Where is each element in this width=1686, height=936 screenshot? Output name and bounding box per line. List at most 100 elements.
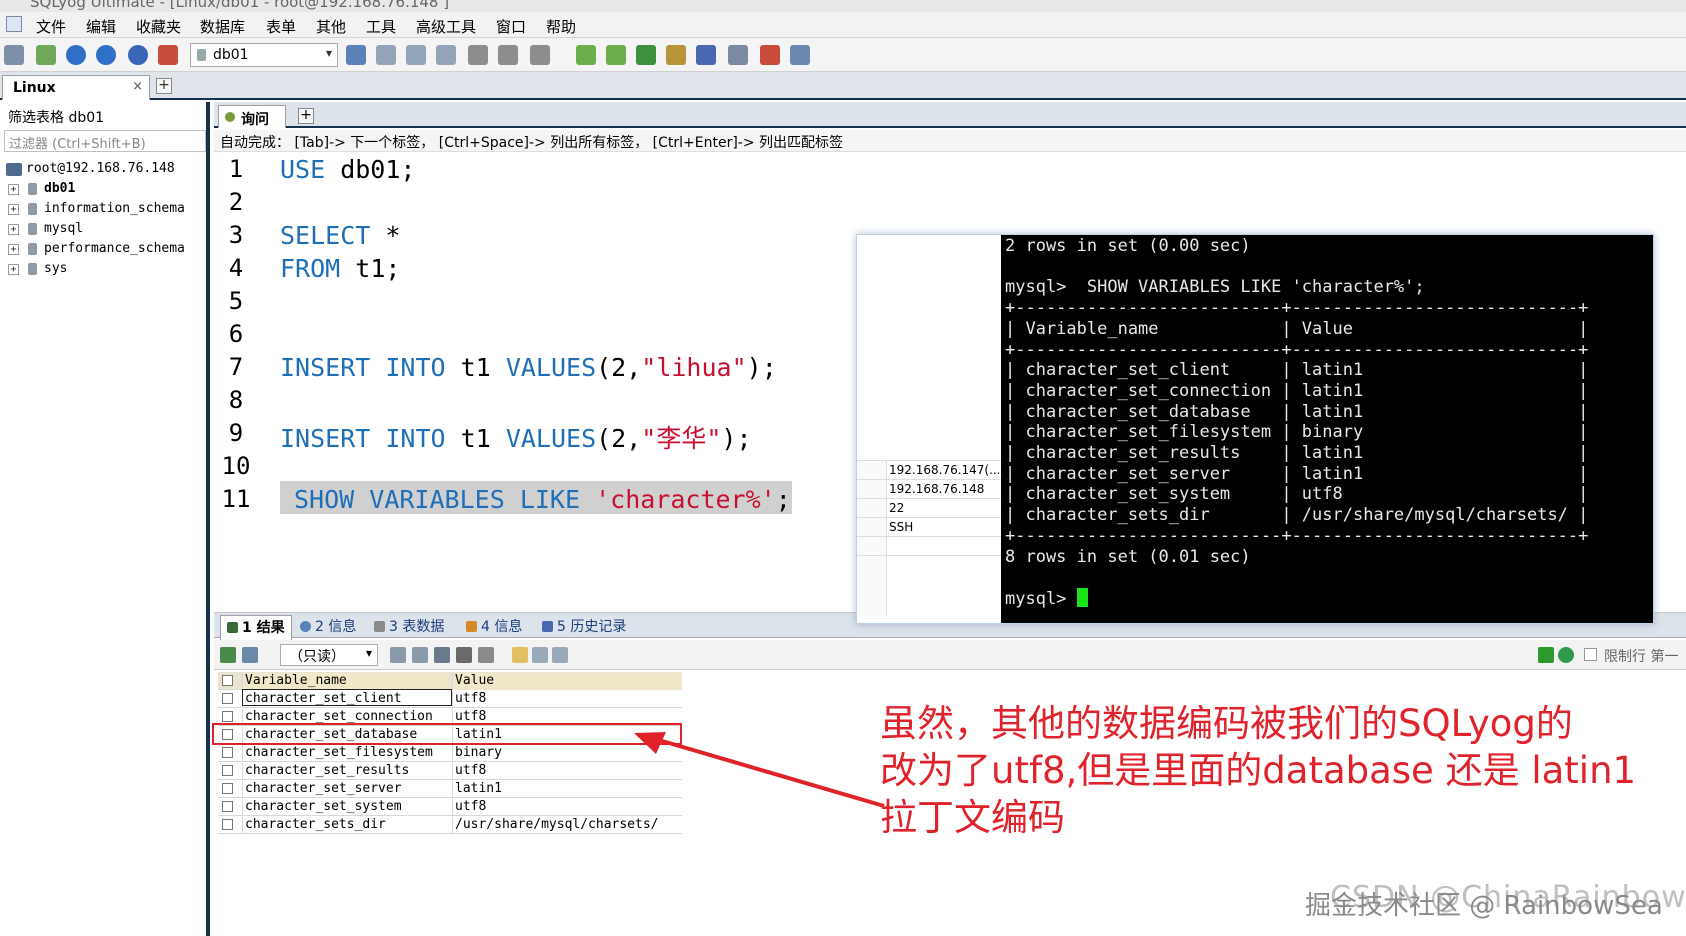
form-view-icon[interactable]: [532, 647, 548, 663]
ssh-terminal-window[interactable]: 192.168.76.147(... 192.168.76.148 22 SSH…: [856, 234, 1654, 624]
alter-table-icon[interactable]: [406, 45, 426, 65]
menu-help[interactable]: 帮助: [546, 16, 576, 37]
tab-info[interactable]: 4 信息: [466, 616, 522, 636]
menu-advanced-tools[interactable]: 高级工具: [416, 16, 476, 37]
app-menu-icon[interactable]: [6, 16, 22, 32]
row-checkbox[interactable]: [222, 765, 233, 776]
row-checkbox[interactable]: [222, 693, 233, 704]
user-icon[interactable]: [346, 45, 366, 65]
menu-other[interactable]: 其他: [316, 16, 346, 37]
table-row[interactable]: character_set_server latin1: [218, 780, 682, 798]
execute-query-icon[interactable]: [66, 45, 86, 65]
cell-variable-name[interactable]: character_set_system: [242, 799, 448, 816]
tree-db-label: mysql: [44, 221, 84, 236]
limit-rows-label: 限制行 第一: [1604, 649, 1679, 665]
stop-icon[interactable]: [158, 45, 178, 65]
scheduler-icon[interactable]: [666, 45, 686, 65]
tab-result[interactable]: 1 结果: [220, 615, 292, 640]
refresh-icon[interactable]: [1558, 647, 1574, 663]
terminal-line: | character_set_database | latin1 |: [1005, 401, 1589, 422]
query-tab[interactable]: 询问: [218, 105, 286, 128]
refresh-icon[interactable]: [128, 45, 148, 65]
schema-icon[interactable]: [468, 45, 488, 65]
new-connection-icon[interactable]: [4, 45, 24, 65]
limit-rows-checkbox[interactable]: [1584, 648, 1597, 661]
session-row[interactable]: 192.168.76.148: [857, 479, 1001, 499]
row-checkbox[interactable]: [222, 801, 233, 812]
expand-icon[interactable]: +: [8, 264, 19, 275]
sql-keyword: INTO: [385, 353, 446, 382]
table-row[interactable]: character_set_results utf8: [218, 762, 682, 780]
connection-tab-linux[interactable]: Linux ×: [2, 75, 150, 100]
query-builder-icon[interactable]: [696, 45, 716, 65]
report-icon[interactable]: [760, 45, 780, 65]
cancel-icon[interactable]: [478, 647, 494, 663]
new-query-icon[interactable]: [36, 45, 56, 65]
select-all-checkbox[interactable]: [222, 675, 233, 686]
column-header-value[interactable]: Value: [452, 673, 682, 690]
table-row[interactable]: character_set_system utf8: [218, 798, 682, 816]
grid-view-icon[interactable]: [512, 647, 528, 663]
table-row[interactable]: character_set_filesystem binary: [218, 744, 682, 762]
export-icon[interactable]: [606, 45, 626, 65]
close-icon[interactable]: ×: [132, 79, 143, 94]
duplicate-row-icon[interactable]: [412, 647, 428, 663]
monitor-icon[interactable]: [728, 45, 748, 65]
arrow-head: [634, 732, 666, 754]
session-row[interactable]: 22: [857, 498, 1001, 518]
terminal-line: ​: [1005, 257, 1653, 278]
menu-database[interactable]: 数据库: [200, 16, 245, 37]
expand-icon[interactable]: +: [8, 204, 19, 215]
cell-value[interactable]: utf8: [452, 691, 682, 708]
create-table-icon[interactable]: [376, 45, 396, 65]
cell-variable-name[interactable]: character_set_server: [242, 781, 448, 798]
expand-icon[interactable]: +: [8, 184, 19, 195]
delete-icon[interactable]: [456, 647, 472, 663]
menu-table[interactable]: 表单: [266, 16, 296, 37]
tab-history[interactable]: 5 历史记录: [542, 616, 626, 636]
terminal-output[interactable]: 2 rows in set (0.00 sec)​mysql> SHOW VAR…: [1001, 235, 1653, 623]
readonly-select[interactable]: （只读） ▾: [280, 644, 378, 666]
execute-all-icon[interactable]: [96, 45, 116, 65]
save-icon[interactable]: [434, 647, 450, 663]
cell-value[interactable]: /usr/share/mysql/charsets/: [452, 817, 682, 834]
menu-window[interactable]: 窗口: [496, 16, 526, 37]
session-row[interactable]: [857, 536, 1001, 556]
session-row[interactable]: 192.168.76.147(...: [857, 460, 1001, 480]
insert-row-icon[interactable]: [390, 647, 406, 663]
column-header-variable-name[interactable]: Variable_name: [242, 673, 448, 690]
cell-variable-name[interactable]: character_set_results: [242, 763, 448, 780]
tab-messages[interactable]: 2 信息: [300, 616, 356, 636]
database-select[interactable]: db01 ▾: [190, 43, 338, 67]
export-grid-icon[interactable]: [220, 647, 236, 663]
menu-edit[interactable]: 编辑: [86, 16, 116, 37]
import-grid-icon[interactable]: [242, 647, 258, 663]
backup-icon[interactable]: [436, 45, 456, 65]
menu-favorites[interactable]: 收藏夹: [136, 16, 181, 37]
row-checkbox[interactable]: [222, 819, 233, 830]
row-checkbox[interactable]: [222, 711, 233, 722]
filter-icon[interactable]: [1538, 647, 1554, 663]
expand-icon[interactable]: +: [8, 244, 19, 255]
text-view-icon[interactable]: [552, 647, 568, 663]
cell-variable-name[interactable]: character_set_filesystem: [242, 745, 448, 762]
row-gutter: [857, 537, 887, 556]
menu-file[interactable]: 文件: [36, 16, 66, 37]
line-number: 5: [228, 287, 244, 315]
grid-icon[interactable]: [498, 45, 518, 65]
add-query-tab-button[interactable]: +: [298, 108, 314, 124]
add-connection-tab-button[interactable]: +: [156, 78, 172, 94]
layout-icon[interactable]: [790, 45, 810, 65]
copy-icon[interactable]: [530, 45, 550, 65]
tab-table-data[interactable]: 3 表数据: [374, 616, 444, 636]
cell-variable-name[interactable]: character_sets_dir: [242, 817, 448, 834]
expand-icon[interactable]: +: [8, 224, 19, 235]
row-checkbox[interactable]: [222, 747, 233, 758]
session-row[interactable]: SSH: [857, 517, 1001, 537]
table-row[interactable]: character_sets_dir/usr/share/mysql/chars…: [218, 816, 682, 834]
menu-tools[interactable]: 工具: [366, 16, 396, 37]
import-icon[interactable]: [576, 45, 596, 65]
sync-icon[interactable]: [636, 45, 656, 65]
filter-input[interactable]: 过滤器 (Ctrl+Shift+B): [4, 130, 206, 152]
row-checkbox[interactable]: [222, 783, 233, 794]
